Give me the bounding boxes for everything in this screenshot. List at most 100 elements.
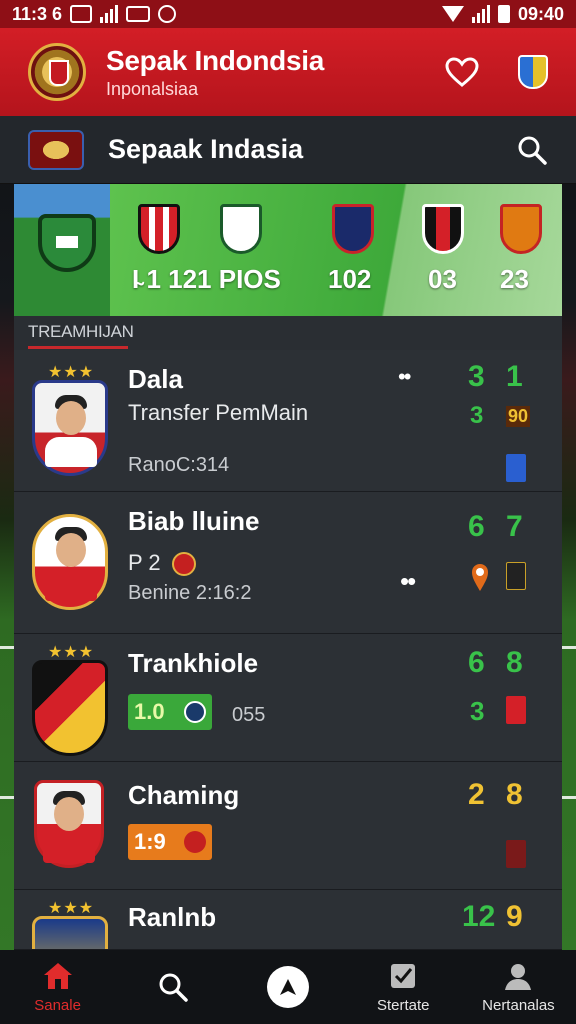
app-bar: Sepak Indondsia Inponalsiaa xyxy=(0,28,576,116)
score-value: 90 xyxy=(506,406,531,427)
camera-icon xyxy=(158,5,177,23)
banner-stat-mid: 102 xyxy=(328,264,372,294)
search-icon[interactable] xyxy=(516,134,548,166)
rating-stars-icon: ★★★ xyxy=(48,900,95,917)
rating-stars-icon: ★★★ xyxy=(48,364,95,381)
more-dots-icon[interactable]: •• xyxy=(400,566,416,597)
score-value: 6 xyxy=(468,646,485,679)
more-dots-icon[interactable]: •• xyxy=(398,364,411,390)
player-meta: RanoC:314 xyxy=(128,454,230,476)
section-tab-bar: TREAMHIJAN xyxy=(14,316,562,350)
team-shield-icon[interactable] xyxy=(500,204,542,254)
garuda-crest-icon xyxy=(28,43,86,101)
favorite-heart-icon[interactable] xyxy=(442,52,482,92)
score-pill: 1.0 xyxy=(128,694,212,730)
signal-icon xyxy=(100,5,119,23)
ball-icon xyxy=(184,831,206,853)
status-indicator xyxy=(506,840,526,868)
score-value: 1 xyxy=(506,360,523,393)
cell-signal-icon xyxy=(471,5,490,23)
battery-icon xyxy=(497,5,510,23)
banner-stat-right1: 03 xyxy=(428,264,457,294)
status-indicator xyxy=(506,562,526,590)
list-item[interactable]: Biab lluine P 2 Benine 2:16:2 •• 6 7 xyxy=(14,492,562,634)
banner-stat-left: I̴ 1 121 PIOS xyxy=(132,264,281,294)
mail-icon xyxy=(126,6,151,22)
nav-explore[interactable] xyxy=(230,950,345,1024)
player-name: Chaming xyxy=(128,780,240,810)
list-item[interactable]: ★★★ Trankhiole 1.0 055 6 8 3 xyxy=(14,634,562,762)
status-indicator xyxy=(506,454,526,482)
nav-search[interactable] xyxy=(115,950,230,1024)
score-value: 12 xyxy=(462,900,496,933)
score-value: 7 xyxy=(506,510,523,543)
score-value: 6 xyxy=(468,510,485,543)
pill-value: 1.0 xyxy=(134,699,165,724)
club-icon xyxy=(172,552,196,576)
banner-stat-right2: 23 xyxy=(500,264,529,294)
nav-label: Stertate xyxy=(376,996,430,1014)
list-item[interactable]: Chaming 1:9 2 8 xyxy=(14,762,562,890)
location-pin-icon xyxy=(470,562,490,591)
score-value: 8 xyxy=(506,646,523,679)
profile-icon xyxy=(502,961,534,991)
score-pill: 1:9 xyxy=(128,824,212,860)
team-badge-icon[interactable] xyxy=(518,55,548,89)
app-title: Sepak Indondsia xyxy=(106,44,324,76)
score-value: 3 xyxy=(470,402,484,429)
compass-icon xyxy=(267,966,309,1008)
clipboard-icon xyxy=(387,961,419,991)
club-badge-icon xyxy=(38,214,96,272)
team-shield-icon[interactable] xyxy=(422,204,464,254)
tab-underline xyxy=(28,346,128,349)
sub-header-title: Sepaak Indasia xyxy=(108,134,304,164)
score-value: 2 xyxy=(468,778,485,811)
score-value: 8 xyxy=(506,778,523,811)
score-value: 3 xyxy=(470,696,485,726)
notification-icon xyxy=(70,5,93,23)
pill-value: 1:9 xyxy=(134,829,166,854)
nav-standings[interactable]: Stertate xyxy=(346,950,461,1024)
tab-team[interactable]: TREAMHIJAN xyxy=(28,322,134,342)
player-meta: Benine 2:16:2 xyxy=(128,582,252,604)
sub-header: Sepaak Indasia xyxy=(0,116,576,184)
status-time: 11:3 6 xyxy=(12,3,63,24)
match-banner[interactable]: I̴ 1 121 PIOS 102 03 23 xyxy=(14,184,562,316)
team-shield-icon[interactable] xyxy=(332,204,374,254)
avatar xyxy=(32,514,108,610)
team-logo xyxy=(32,660,108,756)
list-item[interactable]: ★★★ Dala Transfer PemMain RanoC:314 •• 3… xyxy=(14,350,562,492)
avatar xyxy=(34,780,104,868)
avatar xyxy=(32,380,108,476)
team-name: Ranlnb xyxy=(128,902,217,932)
player-detail: Transfer PemMain xyxy=(128,400,309,425)
team-shield-icon[interactable] xyxy=(220,204,262,254)
status-indicator xyxy=(506,696,526,724)
team-meta: 055 xyxy=(232,704,266,726)
nav-home[interactable]: Sanale xyxy=(0,950,115,1024)
score-value: 9 xyxy=(506,900,523,933)
team-logo xyxy=(32,916,108,949)
status-clock: 09:40 xyxy=(517,3,564,24)
nav-label: Nertanalas xyxy=(482,996,555,1014)
team-list: ★★★ Dala Transfer PemMain RanoC:314 •• 3… xyxy=(14,350,562,950)
wifi-icon xyxy=(441,6,464,22)
rating-stars-icon: ★★★ xyxy=(48,644,95,661)
player-name: Dala xyxy=(128,364,183,394)
ball-icon xyxy=(184,701,206,723)
team-shield-icon[interactable] xyxy=(138,204,180,254)
home-icon xyxy=(42,961,74,991)
pitch-thumbnail xyxy=(14,184,110,316)
team-name: Trankhiole xyxy=(128,648,259,678)
list-item[interactable]: ★★★ Ranlnb 12 9 xyxy=(14,890,562,950)
app-subtitle: Inponalsiaa xyxy=(106,78,199,99)
status-bar: 11:3 6 09:40 xyxy=(0,0,576,28)
nav-profile[interactable]: Nertanalas xyxy=(461,950,576,1024)
player-detail: P 2 xyxy=(128,550,161,575)
score-value: 3 xyxy=(468,360,485,393)
search-icon xyxy=(157,972,189,1002)
nav-label: Sanale xyxy=(34,996,81,1014)
bottom-navigation: Sanale Stertate Nertanalas xyxy=(0,950,576,1024)
crest-small-icon xyxy=(28,129,84,170)
player-name: Biab lluine xyxy=(128,506,260,536)
